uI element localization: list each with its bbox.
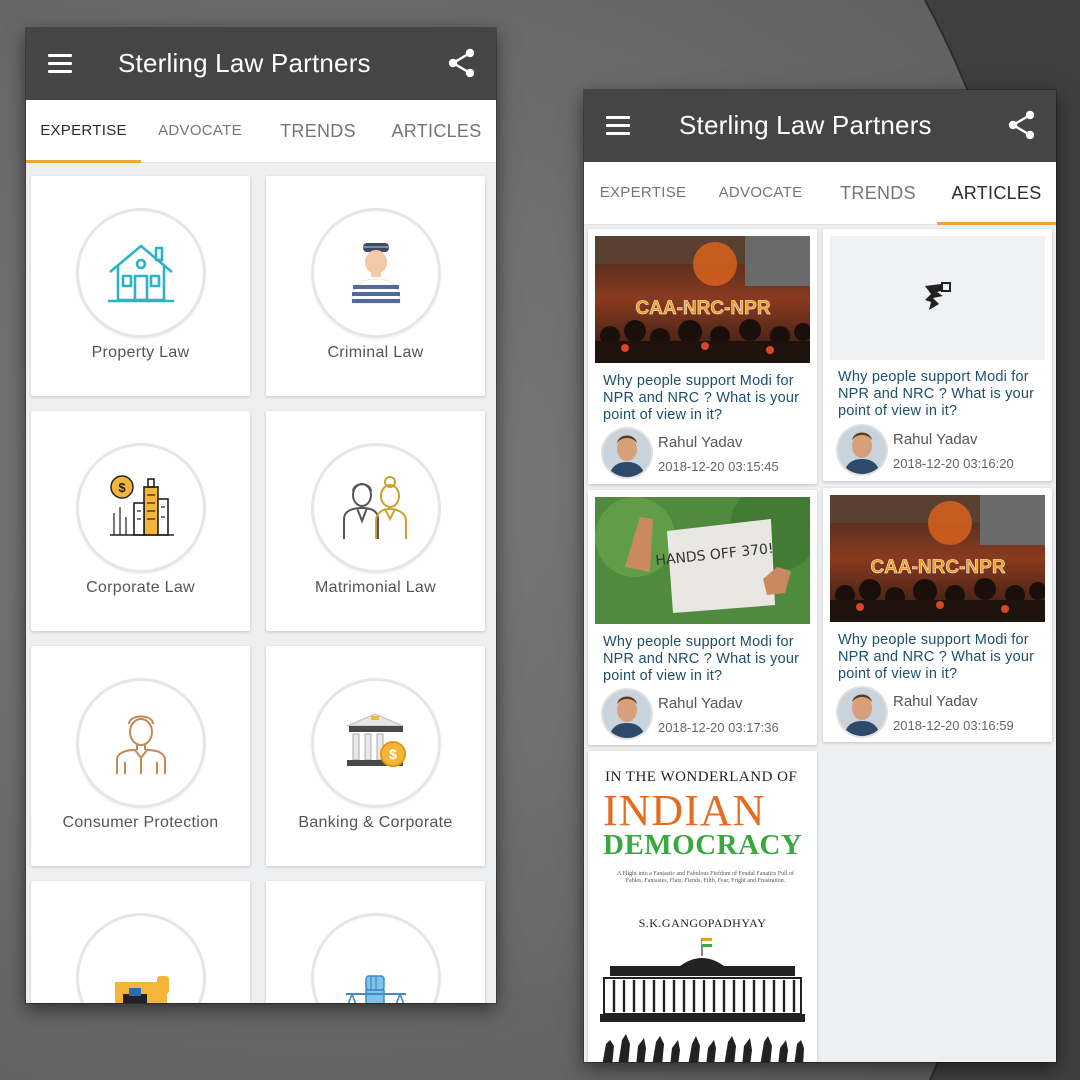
article-title: Why people support Modi for NPR and NRC … bbox=[603, 373, 800, 423]
article-card[interactable]: Why people support Modi for NPR and NRC … bbox=[823, 229, 1052, 481]
tab-articles[interactable]: ARTICLES bbox=[937, 162, 1056, 225]
icon-circle bbox=[79, 211, 203, 335]
phone-expertise-screen: Sterling Law Partners EXPERTISE ADVOCATE… bbox=[26, 28, 496, 1003]
tab-expertise[interactable]: EXPERTISE bbox=[584, 162, 702, 224]
phone-articles-screen: Sterling Law Partners EXPERTISE ADVOCATE… bbox=[584, 90, 1056, 1062]
house-icon bbox=[108, 244, 174, 303]
author-avatar bbox=[603, 429, 651, 477]
app-title: Sterling Law Partners bbox=[118, 48, 371, 78]
article-date: 2018-12-20 03:17:36 bbox=[658, 720, 779, 735]
expertise-card-criminal-law[interactable]: Criminal Law bbox=[266, 176, 485, 396]
svg-text:$: $ bbox=[389, 746, 397, 762]
expertise-card-corporate-law[interactable]: $ Corporate Law bbox=[31, 411, 250, 631]
icon-circle bbox=[314, 446, 438, 570]
article-title: Why people support Modi for NPR and NRC … bbox=[838, 369, 1035, 419]
author-avatar bbox=[838, 688, 886, 736]
expertise-label: Matrimonial Law bbox=[315, 579, 436, 596]
article-title: Why people support Modi for NPR and NRC … bbox=[603, 634, 800, 684]
tab-expertise[interactable]: EXPERTISE bbox=[26, 100, 141, 163]
article-image bbox=[830, 236, 1045, 360]
tab-trends[interactable]: TRENDS bbox=[819, 162, 937, 224]
expertise-label: Criminal Law bbox=[327, 344, 424, 361]
expertise-label: Banking & Corporate bbox=[298, 814, 453, 831]
article-card-book[interactable]: IN THE WONDERLAND OF INDIAN DEMOCRACY A … bbox=[588, 751, 817, 1062]
svg-text:$: $ bbox=[118, 480, 126, 495]
article-author: Rahul Yadav bbox=[893, 431, 978, 448]
icon-circle: $ bbox=[79, 446, 203, 570]
article-author: Rahul Yadav bbox=[893, 693, 978, 710]
share-icon[interactable] bbox=[448, 48, 476, 78]
book-tagline: A Flight into a Fantastic and Fabulous F… bbox=[617, 871, 794, 884]
tab-bar: EXPERTISE ADVOCATE TRENDS ARTICLES bbox=[26, 100, 496, 163]
article-date: 2018-12-20 03:16:20 bbox=[893, 456, 1014, 471]
article-date: 2018-12-20 03:15:45 bbox=[658, 459, 779, 474]
expertise-card-banking-corporate[interactable]: $ Banking & Corporate bbox=[266, 646, 485, 866]
bank-icon: $ bbox=[346, 713, 406, 767]
app-bar: Sterling Law Partners bbox=[26, 28, 496, 100]
article-card[interactable]: CAA-NRC-NPR Why people support Modi for … bbox=[588, 229, 817, 484]
menu-icon[interactable] bbox=[606, 116, 630, 135]
share-icon[interactable] bbox=[1008, 110, 1036, 140]
tab-articles[interactable]: ARTICLES bbox=[377, 100, 496, 162]
tab-trends[interactable]: TRENDS bbox=[259, 100, 377, 162]
consumer-person-icon bbox=[116, 715, 166, 774]
book-author: S.K.GANGOPADHYAY bbox=[638, 916, 767, 930]
article-card[interactable]: CAA-NRC-NPR Why people support Modi for … bbox=[823, 488, 1052, 742]
article-image: CAA-NRC-NPR bbox=[595, 236, 810, 363]
couple-icon bbox=[343, 476, 407, 539]
expertise-card-scales[interactable] bbox=[266, 881, 485, 1003]
expertise-card-consumer-protection[interactable]: Consumer Protection bbox=[31, 646, 250, 866]
icon-circle bbox=[314, 211, 438, 335]
scales-fist-icon bbox=[346, 975, 406, 1003]
tab-bar: EXPERTISE ADVOCATE TRENDS ARTICLES bbox=[584, 162, 1056, 225]
expertise-card-document[interactable] bbox=[31, 881, 250, 1003]
parliament-illustration bbox=[600, 938, 805, 1062]
article-author: Rahul Yadav bbox=[658, 434, 743, 451]
icon-circle bbox=[314, 916, 438, 1003]
article-title: Why people support Modi for NPR and NRC … bbox=[838, 632, 1035, 682]
expertise-label: Property Law bbox=[91, 344, 190, 361]
article-image-text: CAA-NRC-NPR bbox=[870, 557, 1005, 578]
icon-circle bbox=[79, 681, 203, 805]
tab-advocate[interactable]: ADVOCATE bbox=[702, 162, 819, 224]
author-avatar bbox=[603, 690, 651, 738]
book-title-sub: DEMOCRACY bbox=[603, 829, 803, 861]
article-card[interactable]: HANDS OFF 370! Why people support Modi f… bbox=[588, 490, 817, 745]
expertise-card-matrimonial-law[interactable]: Matrimonial Law bbox=[266, 411, 485, 631]
app-bar: Sterling Law Partners bbox=[584, 90, 1056, 162]
book-title-top: IN THE WONDERLAND OF bbox=[605, 769, 798, 785]
article-author: Rahul Yadav bbox=[658, 695, 743, 712]
menu-icon[interactable] bbox=[48, 54, 72, 73]
prisoner-icon bbox=[351, 243, 401, 304]
article-date: 2018-12-20 03:16:59 bbox=[893, 718, 1014, 733]
expertise-label: Consumer Protection bbox=[62, 814, 219, 831]
article-image: CAA-NRC-NPR bbox=[830, 495, 1045, 622]
icon-circle: $ bbox=[314, 681, 438, 805]
article-image-text: CAA-NRC-NPR bbox=[635, 298, 770, 319]
author-avatar bbox=[838, 426, 886, 474]
icon-circle bbox=[79, 916, 203, 1003]
expertise-card-property-law[interactable]: Property Law bbox=[31, 176, 250, 396]
app-title: Sterling Law Partners bbox=[679, 110, 932, 140]
article-image: HANDS OFF 370! bbox=[595, 497, 810, 624]
corporate-building-icon: $ bbox=[110, 475, 174, 536]
expertise-label: Corporate Law bbox=[86, 579, 195, 596]
tab-advocate[interactable]: ADVOCATE bbox=[141, 100, 259, 162]
document-icon bbox=[115, 976, 169, 1003]
